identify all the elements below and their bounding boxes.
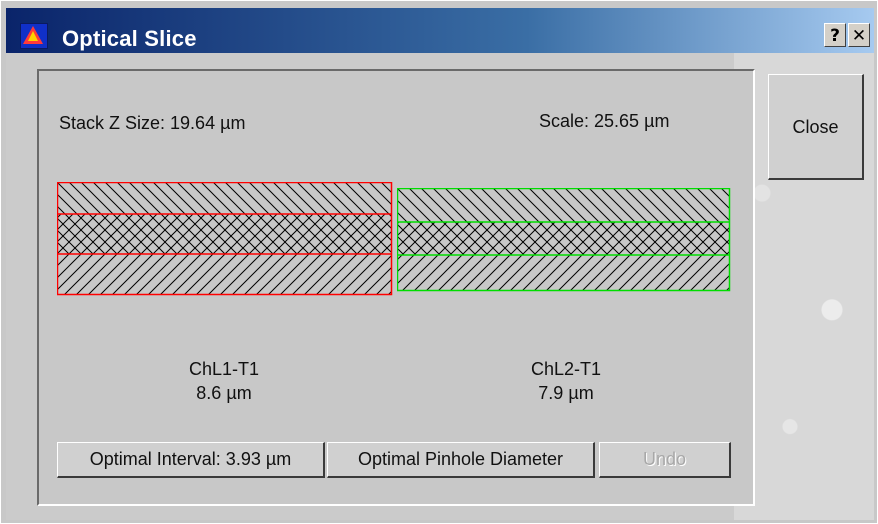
channel-2-name: ChL2-T1 [530,359,602,379]
slice-panel: Stack Z Size: 19.64 µm Scale: 25.65 µm C… [37,69,755,506]
optimal-interval-button[interactable]: Optimal Interval: 3.93 µm [57,442,325,478]
window-title: Optical Slice [62,26,197,51]
title-bar[interactable]: Optical Slice ? ✕ [6,8,874,53]
channel-2-thickness: 7.9 µm [538,383,594,403]
help-button[interactable]: ? [824,23,846,47]
optimal-pinhole-button[interactable]: Optimal Pinhole Diameter [327,442,595,478]
scale-label: Scale: 25.65 µm [539,111,670,131]
channel-1-slice-bar [56,181,393,301]
channel-2-slice-bar [396,187,731,297]
close-button[interactable]: Close [768,74,864,180]
close-x-button[interactable]: ✕ [848,23,870,47]
channel-1-thickness: 8.6 µm [196,383,252,403]
channel-1-name: ChL1-T1 [188,359,260,379]
undo-button[interactable]: Undo [599,442,731,478]
app-icon [20,23,48,49]
dialog-client-area: Stack Z Size: 19.64 µm Scale: 25.65 µm C… [6,53,874,520]
stack-z-size-label: Stack Z Size: 19.64 µm [59,113,246,133]
optical-slice-window: Optical Slice ? ✕ Stack Z Size: 19.64 µm… [0,0,878,524]
